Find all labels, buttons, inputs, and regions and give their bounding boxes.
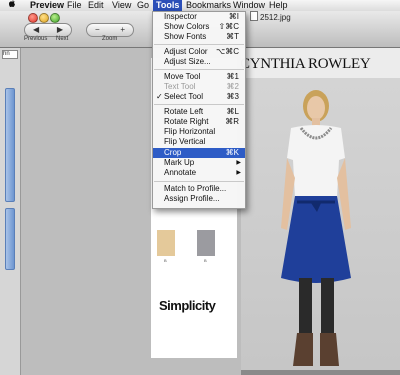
left-strip: hn bbox=[0, 48, 21, 375]
menu-item-shortcut: ⌘L bbox=[226, 107, 239, 116]
zoom-control: − + bbox=[86, 23, 134, 37]
zoom-window-button[interactable] bbox=[50, 13, 60, 23]
menu-item-label: Rotate Right bbox=[164, 117, 209, 126]
document-page[interactable]: CYNTHIA ROWLEY bbox=[241, 48, 400, 370]
menu-item-shortcut: ⌘I bbox=[228, 12, 239, 21]
menu-item-label: Mark Up bbox=[164, 158, 195, 167]
menu-go[interactable]: Go bbox=[134, 0, 152, 11]
submenu-arrow-icon: ▶ bbox=[236, 170, 241, 176]
menu-item-show-colors[interactable]: Show Colors ⇧⌘C bbox=[153, 22, 245, 32]
menu-item-shortcut: ⌘1 bbox=[226, 72, 239, 81]
apple-menu-icon[interactable] bbox=[6, 0, 19, 11]
model-photo bbox=[241, 78, 400, 370]
menu-separator bbox=[154, 69, 244, 70]
zoom-label: Zoom bbox=[102, 36, 118, 42]
menu-item-shortcut: ⌘3 bbox=[226, 92, 239, 101]
menu-preview[interactable]: Preview bbox=[27, 0, 67, 11]
menu-item-adjust-size[interactable]: Adjust Size... bbox=[153, 57, 245, 67]
zoom-in-icon[interactable]: + bbox=[120, 24, 125, 35]
menu-item-rotate-left[interactable]: Rotate Left ⌘L bbox=[153, 107, 245, 117]
minimize-window-button[interactable] bbox=[39, 13, 49, 23]
menu-item-label: Flip Horizontal bbox=[164, 127, 216, 136]
menu-item-shortcut: ⌥⌘C bbox=[216, 47, 239, 56]
menu-item-label: Match to Profile... bbox=[164, 184, 227, 193]
menu-item-label: Show Colors bbox=[164, 22, 210, 31]
model-illustration bbox=[281, 90, 351, 366]
zoom-out-icon[interactable]: − bbox=[95, 24, 100, 35]
brand-header: CYNTHIA ROWLEY bbox=[241, 56, 371, 72]
menu-item-shortcut: ⇧⌘C bbox=[218, 22, 239, 31]
document-title-text: 2512.jpg bbox=[260, 13, 291, 22]
checkmark-icon: ✓ bbox=[156, 92, 163, 101]
menu-item-rotate-right[interactable]: Rotate Right ⌘R bbox=[153, 117, 245, 127]
menu-item-shortcut: ⌘R bbox=[225, 117, 239, 126]
menu-item-label: Select Tool bbox=[164, 92, 203, 101]
menu-item-crop[interactable]: Crop ⌘K bbox=[153, 148, 245, 158]
menu-item-text-tool: Text Tool ⌘2 bbox=[153, 82, 245, 92]
menu-item-annotate[interactable]: Annotate ▶ bbox=[153, 168, 245, 178]
close-window-button[interactable] bbox=[28, 13, 38, 23]
menu-item-assign-profile[interactable]: Assign Profile... bbox=[153, 194, 245, 204]
menu-item-label: Annotate bbox=[164, 168, 197, 177]
menu-file[interactable]: File bbox=[64, 0, 85, 11]
strip-field[interactable]: hn bbox=[2, 50, 18, 59]
menu-item-shortcut: ⌘K bbox=[225, 148, 239, 157]
menu-item-select-tool[interactable]: ✓ Select Tool ⌘3 bbox=[153, 92, 245, 102]
menu-item-inspector[interactable]: Inspector ⌘I bbox=[153, 12, 245, 22]
menu-item-label: Adjust Size... bbox=[164, 57, 211, 66]
menu-item-label: Show Fonts bbox=[164, 32, 207, 41]
menu-separator bbox=[154, 104, 244, 105]
previous-next-control: ◀ ▶ bbox=[24, 23, 72, 37]
menu-item-adjust-color[interactable]: Adjust Color ⌥⌘C bbox=[153, 47, 245, 57]
menu-item-shortcut: ⌘T bbox=[226, 32, 239, 41]
previous-label: Previous bbox=[24, 36, 48, 42]
menu-item-flip-vertical[interactable]: Flip Vertical bbox=[153, 137, 245, 147]
next-label: Next bbox=[56, 36, 69, 42]
document-icon bbox=[250, 11, 258, 21]
menu-separator bbox=[154, 181, 244, 182]
menu-bookmarks[interactable]: Bookmarks bbox=[183, 0, 234, 11]
pattern-swatch bbox=[197, 230, 215, 256]
menu-item-label: Text Tool bbox=[164, 82, 196, 91]
menu-separator bbox=[154, 44, 244, 45]
menu-view[interactable]: View bbox=[109, 0, 134, 11]
menu-item-flip-horizontal[interactable]: Flip Horizontal bbox=[153, 127, 245, 137]
strip-field-text: hn bbox=[3, 51, 10, 57]
menu-item-mark-up[interactable]: Mark Up ▶ bbox=[153, 158, 245, 168]
previous-arrow-icon[interactable]: ◀ bbox=[33, 24, 39, 35]
document-title: 2512.jpg bbox=[250, 11, 291, 22]
menu-item-label: Crop bbox=[164, 148, 182, 157]
menu-window[interactable]: Window bbox=[230, 0, 268, 11]
menu-item-label: Inspector bbox=[164, 12, 197, 21]
tools-menu: Inspector ⌘I Show Colors ⇧⌘C Show Fonts ⌘T … bbox=[152, 11, 246, 209]
menu-item-label: Flip Vertical bbox=[164, 137, 206, 146]
simplicity-logo: Simplicity bbox=[159, 298, 216, 313]
menu-item-label: Adjust Color bbox=[164, 47, 208, 56]
menu-help[interactable]: Help bbox=[266, 0, 291, 11]
menu-tools[interactable]: Tools bbox=[153, 0, 183, 11]
menu-item-label: Move Tool bbox=[164, 72, 201, 81]
swatch-label: B bbox=[164, 258, 167, 263]
strip-scrollbar-lower[interactable] bbox=[5, 208, 15, 270]
menu-item-label: Assign Profile... bbox=[164, 194, 220, 203]
menu-item-shortcut: ⌘2 bbox=[226, 82, 239, 91]
menu-item-show-fonts[interactable]: Show Fonts ⌘T bbox=[153, 32, 245, 42]
strip-scrollbar[interactable] bbox=[5, 88, 15, 202]
next-arrow-icon[interactable]: ▶ bbox=[57, 24, 63, 35]
swatch-label: B bbox=[204, 258, 207, 263]
pattern-swatch bbox=[157, 230, 175, 256]
menu-edit[interactable]: Edit bbox=[85, 0, 107, 11]
submenu-arrow-icon: ▶ bbox=[236, 160, 241, 166]
menu-item-move-tool[interactable]: Move Tool ⌘1 bbox=[153, 72, 245, 82]
menu-item-label: Rotate Left bbox=[164, 107, 204, 116]
menu-item-match-to-profile[interactable]: Match to Profile... bbox=[153, 184, 245, 194]
